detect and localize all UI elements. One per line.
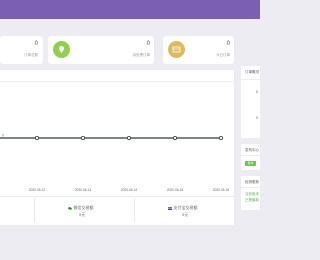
stat-icon-green [53,41,70,58]
wechat-total-value: 0元 [79,212,86,217]
wechat-total-text: 微信交易额 [73,205,94,210]
side-panel-publish: 发布中心 [241,144,260,170]
data-point[interactable] [127,136,132,141]
stat-card-pending: 0 待处理订单 [48,36,154,64]
side-value: 0 [256,90,258,94]
data-point[interactable] [218,136,223,141]
stat-label: 订单总数 [24,53,38,57]
data-point[interactable] [35,136,40,141]
stat-value: 0 [146,41,150,47]
summary-divider [34,198,35,222]
x-tick-label: 2020-06-15 [167,188,184,192]
stat-value: 0 [34,41,38,47]
update-status: 已是最新 [245,198,259,202]
data-point[interactable] [172,136,177,141]
side-panel-divider [241,155,260,156]
card-total-text: 支付宝交易额 [173,205,198,210]
side-panel-divider [241,187,260,188]
x-tick-label: 2020-06-13 [75,188,92,192]
x-tick-label: 2020-06-16 [213,188,230,192]
line-chart: 2020-06-12 2020-06-13 2020-06-14 2020-06-15… [0,134,230,192]
side-value: 0 [256,116,258,120]
stat-card-orders: 0 订单总数 [0,36,43,64]
stat-label: 待处理订单 [132,53,151,57]
x-tick-label: 2020-06-12 [29,188,46,192]
version-info: 当前版本 [245,192,259,196]
side-panel-update: 检测更新 当前版本 已是最新 [241,176,260,210]
data-point[interactable] [81,136,86,141]
side-panel-title: 发布中心 [245,148,259,152]
summary-divider [134,198,135,222]
top-navigation-bar [0,0,260,19]
chart-footer-divider [0,196,234,197]
trend-chart-panel: 2020-06-12 2020-06-13 2020-06-14 2020-06-15… [0,70,234,225]
y-tick-label: 0 [2,134,4,138]
stat-icon-gold [168,41,185,58]
publish-button[interactable]: 发布 [245,161,256,166]
x-tick-label: 2020-06-14 [121,188,138,192]
card-total-value: 0元 [182,212,189,217]
side-panel-divider [241,79,260,80]
side-panel-title: 订单概况 [245,70,259,74]
stat-card-today: 0 今日订单 [163,36,234,64]
card-icon [168,206,172,211]
side-panel-title: 检测更新 [245,180,259,184]
wechat-total-label: 微信交易额 [68,205,94,211]
wechat-icon [68,206,72,211]
card-total-label: 支付宝交易额 [168,205,198,211]
stat-label: 今日订单 [216,53,230,57]
stat-value: 0 [226,41,230,47]
side-panel-overview: 订单概况 0 0 [241,66,260,138]
